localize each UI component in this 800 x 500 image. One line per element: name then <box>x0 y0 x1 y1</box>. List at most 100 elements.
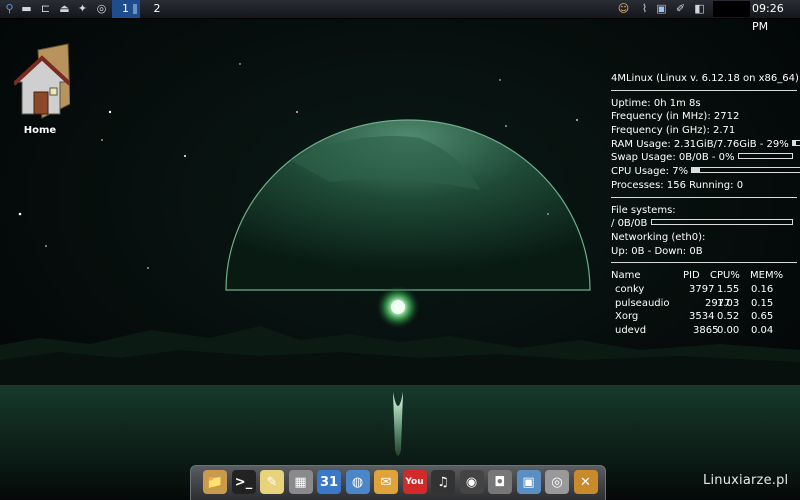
ram-usage-value: 2.31GiB/7.76GiB - 29% <box>673 138 789 150</box>
file-manager-icon[interactable]: 📁 <box>203 470 227 494</box>
youtube-icon[interactable]: You <box>402 470 427 494</box>
proc-cpu: 0.00 <box>717 325 740 336</box>
process-table-body: conky 3797 1.55 0.16 pulseaudio 2977 1.03 0.15 X… <box>611 283 797 338</box>
process-row: udevd 3865 0.00 0.04 <box>611 324 797 338</box>
clock[interactable]: 09:26 PM <box>752 0 800 36</box>
calculator-icon[interactable]: ▦ <box>288 470 313 494</box>
home-folder-icon <box>12 43 72 119</box>
web-browser-icon[interactable]: ◍ <box>345 470 370 494</box>
process-row: Xorg 3534 0.52 0.65 <box>611 310 797 324</box>
process-row: conky 3797 1.55 0.16 <box>611 283 797 297</box>
mail-icon[interactable]: ✉ <box>374 470 398 494</box>
camera-icon[interactable]: ◘ <box>488 470 512 494</box>
cpu-usage-row: CPU Usage: 7% <box>611 165 800 179</box>
download-value: 0B <box>689 245 703 257</box>
divider <box>611 262 797 264</box>
workspace-2-label: 2 <box>153 2 161 15</box>
file-system-root-row: / 0B/0B <box>611 217 797 231</box>
fs-value: 0B/0B <box>617 218 648 230</box>
pen-icon[interactable]: ✐ <box>673 2 688 16</box>
video-player-icon[interactable]: ◉ <box>459 470 484 494</box>
frequency-mhz-label: Frequency (in MHz): <box>611 111 711 123</box>
workspace-1[interactable]: 1 <box>112 0 140 18</box>
file-systems-heading: File systems: <box>611 204 676 216</box>
volume-icon[interactable]: ◧ <box>692 2 707 16</box>
watermark: Linuxiarze.pl <box>703 473 789 488</box>
upload-label: Up: <box>611 245 629 257</box>
workspace-2[interactable]: 2 <box>146 0 168 18</box>
running-label: Running: <box>689 179 734 191</box>
fs-mount: / <box>611 218 615 230</box>
settings-tools-icon[interactable]: ✕ <box>573 470 598 494</box>
home-icon-label: Home <box>23 125 57 136</box>
uptime-row: Uptime: 0h 1m 8s <box>611 97 797 111</box>
cpu-usage-label: CPU Usage: <box>611 166 670 178</box>
network-traffic-row: Up: 0B - Down: 0B <box>611 245 797 259</box>
col-name: Name <box>611 270 641 282</box>
proc-pid: 3865 <box>693 325 719 336</box>
proc-mem: 0.16 <box>751 283 774 295</box>
tray-placeholder <box>713 1 750 17</box>
proc-pid: 3534 <box>689 311 715 323</box>
paperclip-icon[interactable]: ⌇ <box>637 2 652 16</box>
workspace-1-window-indicator <box>133 4 137 14</box>
conky-system-monitor: 4MLinux (Linux v. 6.12.18 on x86_64) Upt… <box>611 72 800 338</box>
networking-heading: Networking (eth0): <box>611 231 706 243</box>
webcam-icon[interactable]: ◎ <box>545 470 569 494</box>
swap-usage-row: Swap Usage: 0B/0B - 0% <box>611 151 797 165</box>
proc-mem: 0.04 <box>751 325 774 336</box>
eject-icon[interactable]: ⏏ <box>57 2 72 16</box>
frequency-mhz-row: Frequency (in MHz): 2712 <box>611 110 797 124</box>
proc-mem: 0.15 <box>751 297 774 309</box>
system-title: 4MLinux (Linux v. 6.12.18 on x86_64) <box>611 73 799 84</box>
proc-name: conky <box>615 283 645 295</box>
swap-usage-value: 0B/0B - 0% <box>678 152 735 164</box>
proc-cpu: 0.52 <box>717 311 740 323</box>
frequency-ghz-label: Frequency (in GHz): <box>611 125 710 137</box>
ram-usage-label: RAM Usage: <box>611 138 671 150</box>
application-dock: 📁 >_ ✎ ▦ 31 ◍ ✉ You ♫ ◉ ◘ ▣ ◎ ✕ <box>190 465 606 500</box>
swap-usage-bar <box>737 153 793 160</box>
terminal-icon[interactable]: >_ <box>231 470 256 494</box>
frequency-mhz-value: 2712 <box>713 111 740 123</box>
proc-cpu: 1.03 <box>717 297 740 309</box>
cpu-usage-bar <box>691 167 800 174</box>
text-editor-icon[interactable]: ✎ <box>260 470 284 494</box>
home-desktop-icon[interactable]: Home <box>12 42 72 140</box>
running-value: 0 <box>736 179 744 191</box>
usb-drive-icon[interactable]: ⊏ <box>38 2 53 16</box>
paint-icon[interactable]: ✦ <box>75 2 90 16</box>
processes-label: Processes: <box>611 179 664 191</box>
fs-usage-bar <box>650 219 793 226</box>
proc-cpu: 1.55 <box>717 283 740 295</box>
upload-value: 0B <box>631 245 645 257</box>
ram-usage-row: RAM Usage: 2.31GiB/7.76GiB - 29% <box>611 138 800 152</box>
proc-mem: 0.65 <box>751 311 774 323</box>
ram-usage-bar <box>791 139 800 146</box>
workspace-1-label: 1 <box>122 2 129 15</box>
swap-usage-label: Swap Usage: <box>611 152 676 164</box>
process-table-header: Name PID CPU% MEM% <box>611 269 797 283</box>
col-pid: PID <box>683 270 700 282</box>
drive-icon[interactable]: ▬ <box>19 2 34 16</box>
disc-icon[interactable]: ◎ <box>94 2 109 16</box>
app-menu-icon[interactable]: ⚲ <box>2 2 17 16</box>
proc-name: Xorg <box>615 311 639 323</box>
uptime-value: 0h 1m 8s <box>653 97 701 109</box>
download-label: - Down: <box>647 245 687 257</box>
user-icon[interactable]: ☺ <box>616 2 631 16</box>
proc-name: pulseaudio <box>615 297 670 309</box>
frequency-ghz-value: 2.71 <box>713 125 736 137</box>
process-row: pulseaudio 2977 1.03 0.15 <box>611 297 797 311</box>
proc-pid: 3797 <box>689 283 715 295</box>
network-icon[interactable]: ▣ <box>654 2 669 16</box>
processes-row: Processes: 156 Running: 0 <box>611 179 797 193</box>
headphones-icon[interactable]: ♫ <box>431 470 455 494</box>
cpu-usage-value: 7% <box>672 166 689 178</box>
calendar-icon[interactable]: 31 <box>317 470 341 494</box>
photo-viewer-icon[interactable]: ▣ <box>516 470 541 494</box>
col-mem: MEM% <box>750 270 784 282</box>
col-cpu: CPU% <box>710 270 740 282</box>
top-panel: ⚲ ▬ ⊏ ⏏ ✦ ◎ 1 2 ☺ ⌇ ▣ ✐ ◧ 09:26 PM <box>0 0 800 33</box>
divider <box>611 89 797 91</box>
